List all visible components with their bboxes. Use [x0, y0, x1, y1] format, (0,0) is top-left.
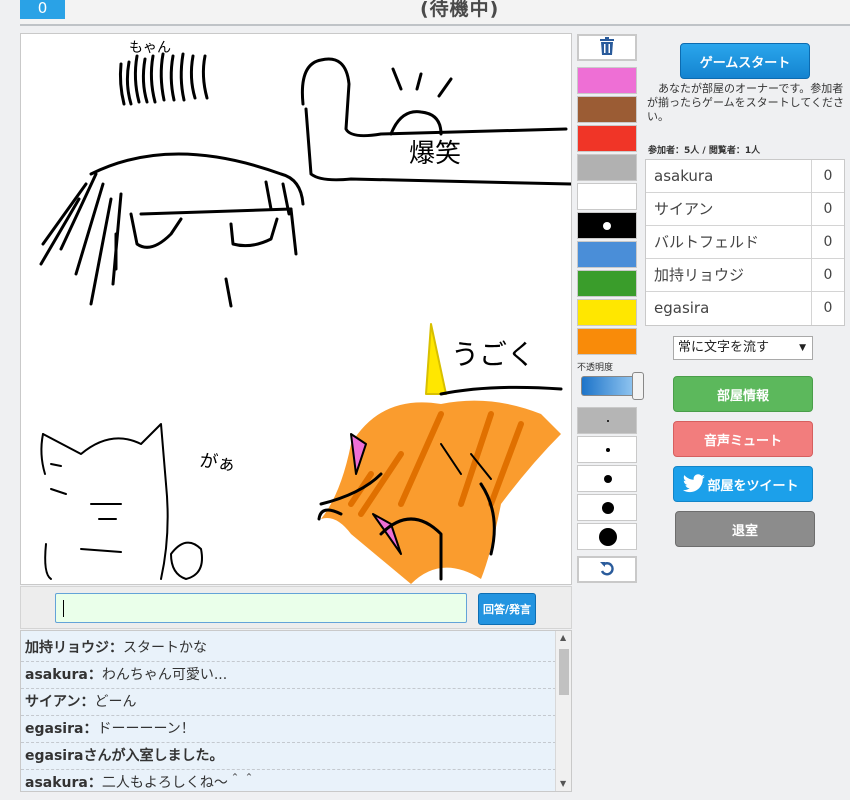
clear-canvas-button[interactable] — [577, 34, 637, 61]
selected-indicator-icon — [603, 221, 611, 230]
leave-room-button[interactable]: 退室 — [675, 511, 815, 547]
color-swatch-yellow[interactable] — [577, 299, 637, 326]
text-scroll-selected-value: 常に文字を流す — [678, 340, 770, 355]
brush-dot-icon — [607, 420, 609, 422]
answer-submit-button[interactable]: 回答/発言 — [478, 593, 536, 625]
brush-dot-icon — [606, 448, 610, 452]
chat-text: 二人もよろしくね～＾＾ — [101, 775, 256, 791]
chat-user: asakura — [25, 667, 88, 683]
chat-system-message: egasiraさんが入室しました。 — [21, 743, 556, 770]
player-score: 0 — [823, 234, 833, 250]
canvas-text-gaa: がぁ — [198, 450, 237, 476]
player-name: サイアン — [646, 193, 812, 225]
brush-size-m[interactable] — [577, 465, 637, 492]
player-row: バルトフェルド 0 — [646, 226, 844, 259]
drawing-canvas[interactable]: もゃん 爆笑 がぁ うごく — [20, 33, 572, 585]
undo-button[interactable] — [577, 556, 637, 583]
player-score: 0 — [823, 267, 833, 283]
trash-icon — [599, 36, 615, 59]
canvas-text-ugoku: うごく — [451, 338, 535, 371]
room-info-button[interactable]: 部屋情報 — [673, 376, 813, 412]
top-bar: 0 (待機中) — [20, 0, 850, 26]
scrollbar-thumb[interactable] — [559, 649, 569, 695]
chat-log[interactable]: 加持リョウジ：スタートかな asakura：わんちゃん可愛い... サイアン：ど… — [20, 630, 572, 792]
color-swatch-brown[interactable] — [577, 96, 637, 123]
answer-input[interactable] — [55, 593, 467, 623]
text-caret — [63, 600, 64, 617]
mute-audio-button[interactable]: 音声ミュート — [673, 421, 813, 457]
color-swatch-gray[interactable] — [577, 154, 637, 181]
text-scroll-select[interactable]: 常に文字を流す ▼ — [673, 336, 813, 360]
color-swatch-white[interactable] — [577, 183, 637, 210]
drawing-svg[interactable]: もゃん 爆笑 がぁ うごく — [21, 34, 571, 584]
character-drawing — [39, 152, 305, 308]
color-swatch-blue[interactable] — [577, 241, 637, 268]
player-row: サイアン 0 — [646, 193, 844, 226]
player-row: asakura 0 — [646, 160, 844, 193]
player-name: 加持リョウジ — [646, 259, 812, 291]
color-swatch-pink[interactable] — [577, 67, 637, 94]
tweet-room-label: 部屋をツイート — [707, 478, 799, 494]
player-score: 0 — [823, 201, 833, 217]
chat-user: asakura — [25, 775, 88, 791]
participant-counts: 参加者：5人 / 閲覧者：1人 — [648, 146, 761, 156]
brush-dot-icon — [604, 475, 612, 483]
tweet-room-button[interactable]: 部屋をツイート — [673, 466, 813, 502]
game-status-title: (待機中) — [420, 0, 500, 20]
twitter-bird-icon — [682, 474, 706, 498]
canvas-text-chan: もゃん — [129, 40, 171, 56]
brush-dot-icon — [599, 528, 617, 546]
chat-user: 加持リョウジ — [25, 640, 109, 656]
chat-message: 加持リョウジ：スタートかな — [21, 635, 556, 662]
brush-size-s[interactable] — [577, 436, 637, 463]
chat-scrollbar[interactable]: ▲ ▼ — [555, 631, 571, 791]
scroll-up-icon[interactable]: ▲ — [560, 633, 566, 642]
opacity-slider[interactable] — [581, 372, 644, 400]
undo-icon — [599, 560, 615, 580]
brush-size-l[interactable] — [577, 494, 637, 521]
player-name: asakura — [646, 160, 812, 192]
color-swatch-green[interactable] — [577, 270, 637, 297]
color-swatch-orange[interactable] — [577, 328, 637, 355]
brush-size-xl[interactable] — [577, 523, 637, 550]
player-score: 0 — [823, 300, 833, 316]
owner-note: あなたが部屋のオーナーです。参加者が揃ったらゲームをスタートしてください。 — [647, 82, 845, 123]
chat-text: ドーーーーン！ — [97, 721, 195, 737]
chat-user: サイアン — [25, 694, 81, 710]
opacity-label: 不透明度 — [577, 363, 614, 373]
player-score: 0 — [823, 168, 833, 184]
chat-text: どーん — [94, 694, 137, 710]
cat-drawing — [40, 423, 203, 580]
player-row: egasira 0 — [646, 292, 844, 325]
brush-size-xs[interactable] — [577, 407, 637, 434]
chat-message: サイアン：どーん — [21, 689, 556, 716]
grass-drawing — [118, 52, 209, 106]
chat-message: egasira：ドーーーーン！ — [21, 716, 556, 743]
opacity-slider-handle[interactable] — [632, 372, 644, 400]
my-score-badge: 0 — [20, 0, 65, 19]
canvas-text-bakushou: 爆笑 — [409, 139, 461, 169]
answer-bar: 回答/発言 — [20, 586, 572, 629]
chat-message: asakura：二人もよろしくね～＾＾ — [21, 770, 556, 791]
chat-message: asakura：わんちゃん可愛い... — [21, 662, 556, 689]
chat-text: わんちゃん可愛い... — [101, 667, 228, 683]
player-name: バルトフェルド — [646, 226, 812, 258]
color-swatch-red[interactable] — [577, 125, 637, 152]
brush-dot-icon — [602, 502, 614, 514]
game-start-button[interactable]: ゲームスタート — [680, 43, 810, 79]
player-name: egasira — [646, 292, 812, 325]
player-list: asakura 0 サイアン 0 バルトフェルド 0 加持リョウジ 0 egasira 0 — [645, 159, 845, 326]
chat-user: egasira — [25, 721, 84, 737]
scroll-down-icon[interactable]: ▼ — [560, 779, 566, 788]
color-swatch-black-selected[interactable] — [577, 212, 637, 239]
chat-text: スタートかな — [123, 640, 207, 656]
player-row: 加持リョウジ 0 — [646, 259, 844, 292]
chat-text: egasiraさんが入室しました。 — [25, 748, 224, 764]
dropdown-caret-icon: ▼ — [799, 343, 806, 353]
